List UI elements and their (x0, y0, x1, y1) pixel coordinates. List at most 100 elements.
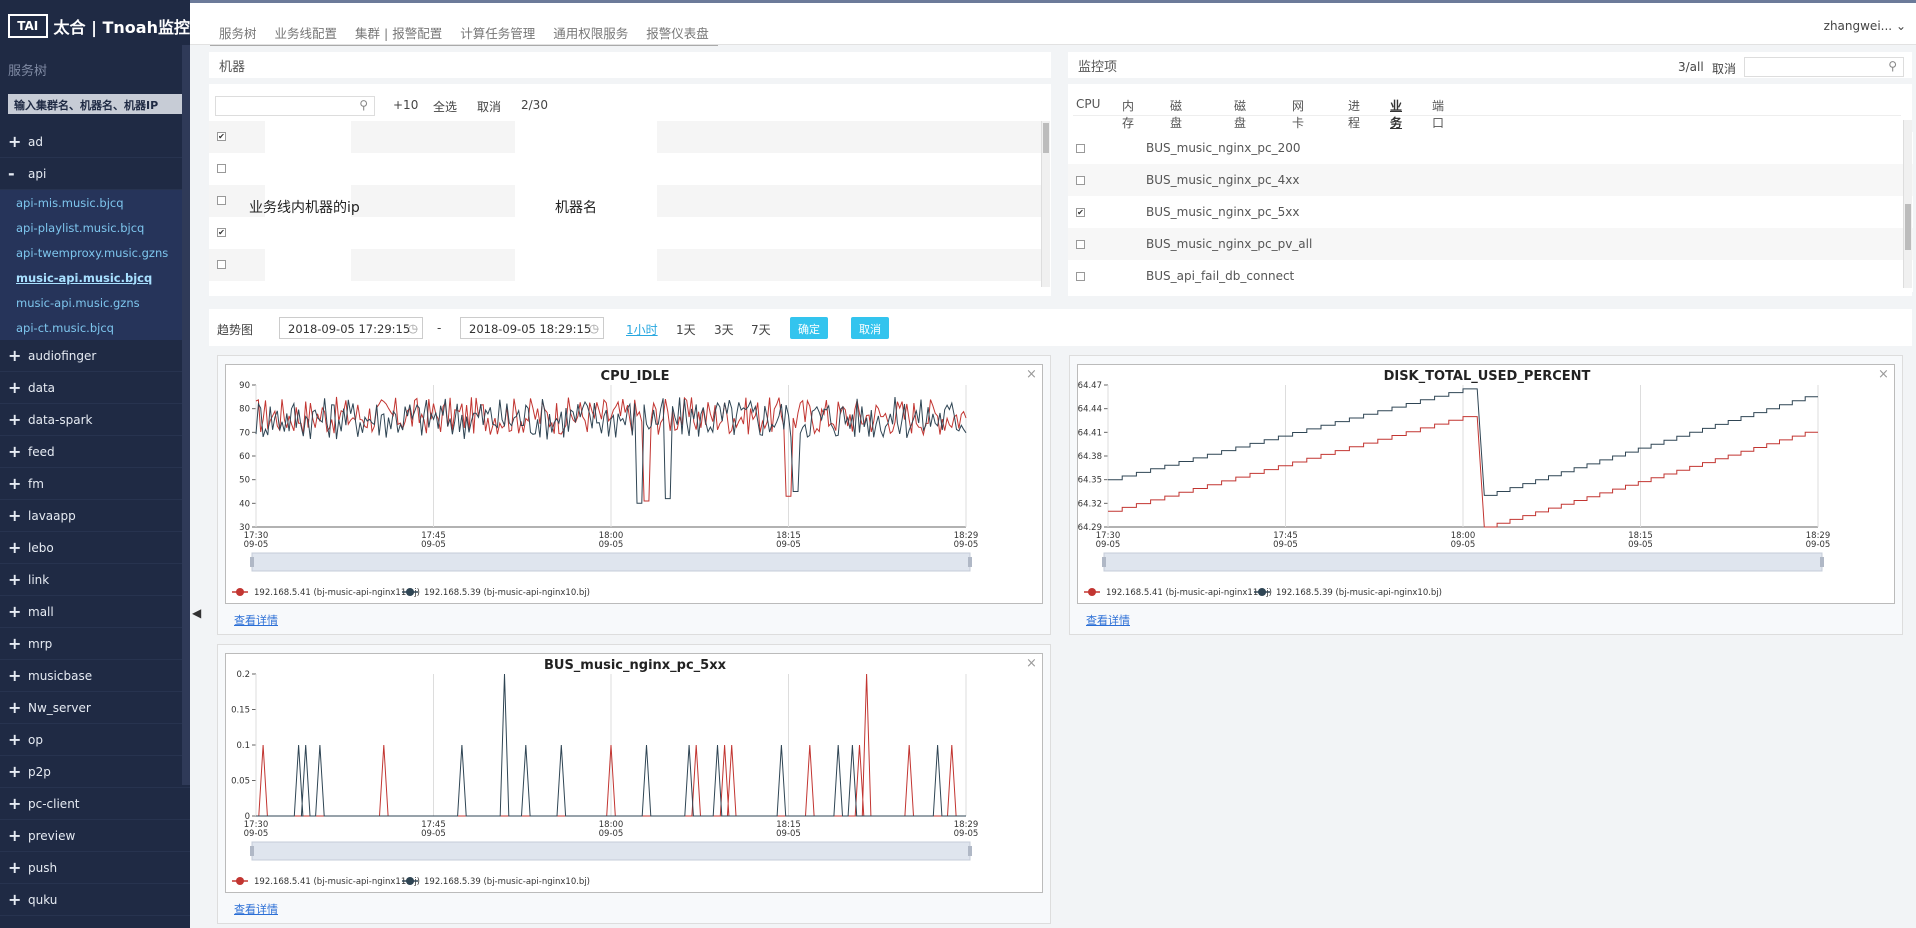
detail-link[interactable]: 查看详情 (234, 612, 278, 628)
expand-icon[interactable]: + (8, 666, 28, 685)
nav-tab-business-config[interactable]: 业务线配置 (266, 23, 347, 45)
tree-item-p2p[interactable]: + p2p (0, 756, 190, 788)
monitor-tab[interactable]: CPU (1076, 97, 1100, 111)
close-icon[interactable]: × (1026, 656, 1037, 671)
nav-tab-permissions[interactable]: 通用权限服务 (544, 23, 637, 45)
tree-item-lebo[interactable]: + lebo (0, 532, 190, 564)
trend-cancel-button[interactable]: 取消 (851, 317, 889, 339)
tree-item-preview[interactable]: + preview (0, 820, 190, 852)
expand-icon[interactable]: + (8, 506, 28, 525)
tree-subitem[interactable]: api-twemproxy.music.gzns (0, 240, 190, 265)
tree-subitem[interactable]: api-ct.music.bjcq (0, 315, 190, 340)
expand-icon[interactable]: + (8, 474, 28, 493)
expand-icon[interactable]: + (8, 410, 28, 429)
machine-checkbox[interactable] (217, 260, 226, 269)
confirm-button[interactable]: 确定 (790, 317, 828, 339)
tree-item-mrp[interactable]: + mrp (0, 628, 190, 660)
tree-item-quku[interactable]: + quku (0, 884, 190, 916)
collapse-icon[interactable]: - (8, 164, 28, 183)
monitor-checkbox[interactable] (1076, 144, 1085, 153)
tree-item-musicbase[interactable]: + musicbase (0, 660, 190, 692)
monitor-scroll-thumb[interactable] (1905, 204, 1911, 250)
start-time-input[interactable]: 2018-09-05 17:29:15 ◷ (279, 317, 423, 339)
expand-icon[interactable]: + (8, 762, 28, 781)
monitor-checkbox[interactable]: ✔ (1076, 208, 1085, 217)
nav-tab-alarm-dashboard[interactable]: 报警仪表盘 (637, 23, 718, 45)
tree-item-push[interactable]: + push (0, 852, 190, 884)
tree-item-fm[interactable]: + fm (0, 468, 190, 500)
machine-search-input[interactable]: ⚲ (215, 96, 375, 116)
monitor-list-scrollbar[interactable] (1903, 120, 1912, 288)
expand-icon[interactable]: + (8, 698, 28, 717)
range-1d[interactable]: 1天 (676, 321, 696, 338)
expand-icon[interactable]: + (8, 378, 28, 397)
close-icon[interactable]: × (1026, 367, 1037, 382)
machine-checkbox[interactable]: ✔ (217, 228, 226, 237)
expand-icon[interactable]: + (8, 538, 28, 557)
monitor-checkbox[interactable] (1076, 240, 1085, 249)
tree-item-mall[interactable]: + mall (0, 596, 190, 628)
monitor-checkbox[interactable] (1076, 272, 1085, 281)
end-time-input[interactable]: 2018-09-05 18:29:15 ◷ (460, 317, 604, 339)
tree-subitem[interactable]: api-mis.music.bjcq (0, 190, 190, 215)
range-7d[interactable]: 7天 (751, 321, 771, 338)
expand-icon[interactable]: + (8, 858, 28, 877)
monitor-row[interactable]: BUS_music_nginx_pc_200 (1068, 132, 1913, 164)
tree-item-audiofinger[interactable]: + audiofinger (0, 340, 190, 372)
machine-checkbox[interactable] (217, 164, 226, 173)
expand-icon[interactable]: + (8, 570, 28, 589)
range-1h[interactable]: 1小时 (626, 321, 658, 338)
expand-icon[interactable]: + (8, 442, 28, 461)
tree-search-input[interactable]: 输入集群名、机器名、机器IP (8, 94, 182, 114)
select-all-button[interactable]: 全选 (433, 98, 457, 115)
tree-item-link[interactable]: + link (0, 564, 190, 596)
sidebar-scrollbar[interactable] (182, 45, 190, 785)
tree-item-data[interactable]: + data (0, 372, 190, 404)
tree-item-op[interactable]: + op (0, 724, 190, 756)
tree-item-ad[interactable]: + ad (0, 126, 190, 158)
expand-icon[interactable]: + (8, 890, 28, 909)
detail-link[interactable]: 查看详情 (1086, 612, 1130, 628)
close-icon[interactable]: × (1878, 367, 1889, 382)
monitor-cancel-button[interactable]: 取消 (1712, 60, 1736, 77)
machine-list-scrollbar[interactable] (1041, 121, 1050, 287)
expand-icon[interactable]: + (8, 730, 28, 749)
monitor-checkbox[interactable] (1076, 176, 1085, 185)
monitor-tab[interactable]: 端口 (1432, 97, 1444, 131)
collapse-sidebar-icon[interactable]: ◀ (192, 606, 201, 620)
app-logo[interactable]: TAI 太合 | Tnoah监控 (0, 0, 190, 52)
nav-tab-service-tree[interactable]: 服务树 (210, 23, 266, 45)
expand-icon[interactable]: + (8, 602, 28, 621)
monitor-tab[interactable]: 业务 (1390, 97, 1402, 131)
tree-subitem[interactable]: music-api.music.bjcq (0, 265, 190, 290)
monitor-row[interactable]: ✔ BUS_music_nginx_pc_5xx (1068, 196, 1913, 228)
nav-tab-cluster-alarm[interactable]: 集群 | 报警配置 (346, 23, 451, 45)
tree-item-feed[interactable]: + feed (0, 436, 190, 468)
user-menu[interactable]: zhangwei... ⌄ (1824, 19, 1906, 33)
expand-icon[interactable]: + (8, 132, 28, 151)
tree-item-data-spark[interactable]: + data-spark (0, 404, 190, 436)
expand-icon[interactable]: + (8, 346, 28, 365)
expand-icon[interactable]: + (8, 634, 28, 653)
monitor-row[interactable]: BUS_music_nginx_pc_pv_all (1068, 228, 1913, 260)
machine-cancel-button[interactable]: 取消 (477, 98, 501, 115)
monitor-search-input[interactable]: ⚲ (1744, 57, 1904, 77)
tree-subitem[interactable]: api-playlist.music.bjcq (0, 215, 190, 240)
range-3d[interactable]: 3天 (714, 321, 734, 338)
machine-checkbox[interactable]: ✔ (217, 132, 226, 141)
tree-item-pc-client[interactable]: + pc-client (0, 788, 190, 820)
monitor-tab[interactable]: 进程 (1348, 97, 1360, 131)
nav-tab-compute-tasks[interactable]: 计算任务管理 (451, 23, 544, 45)
machine-checkbox[interactable] (217, 196, 226, 205)
tree-item-nw_server[interactable]: + Nw_server (0, 692, 190, 724)
expand-icon[interactable]: + (8, 826, 28, 845)
machine-scroll-thumb[interactable] (1043, 123, 1049, 153)
tree-item-api[interactable]: - api (0, 158, 190, 190)
monitor-row[interactable]: BUS_api_fail_db_connect (1068, 260, 1913, 292)
monitor-row[interactable]: BUS_music_nginx_pc_4xx (1068, 164, 1913, 196)
expand-icon[interactable]: + (8, 794, 28, 813)
tree-subitem[interactable]: music-api.music.gzns (0, 290, 190, 315)
tree-item-lavaapp[interactable]: + lavaapp (0, 500, 190, 532)
plus10-button[interactable]: +10 (393, 98, 418, 112)
monitor-tab[interactable]: 内存 (1122, 97, 1134, 131)
